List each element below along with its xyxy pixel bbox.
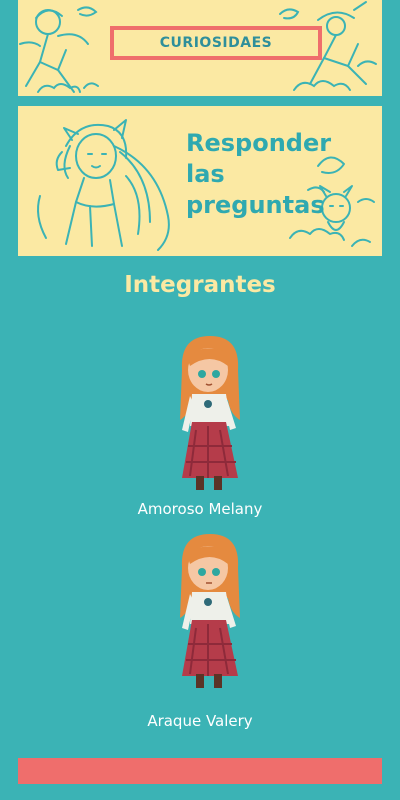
hero-title-line: preguntas [186, 191, 325, 219]
hero-title: Responder las preguntas [186, 128, 376, 221]
top-banner: CURIOSIDAES [18, 0, 382, 96]
section-heading: Integrantes [124, 272, 276, 298]
girl-character-illustration [180, 534, 240, 688]
hero-card: Responder las preguntas [18, 106, 382, 256]
curiosidades-button[interactable]: CURIOSIDAES [110, 26, 322, 60]
hero-title-line: Responder [186, 129, 332, 157]
girl-character-illustration [180, 336, 240, 490]
hero-title-line: las [186, 160, 225, 188]
member-name: Araque Valery [147, 712, 253, 730]
footer-bar [18, 758, 382, 784]
member-name: Amoroso Melany [137, 500, 263, 518]
